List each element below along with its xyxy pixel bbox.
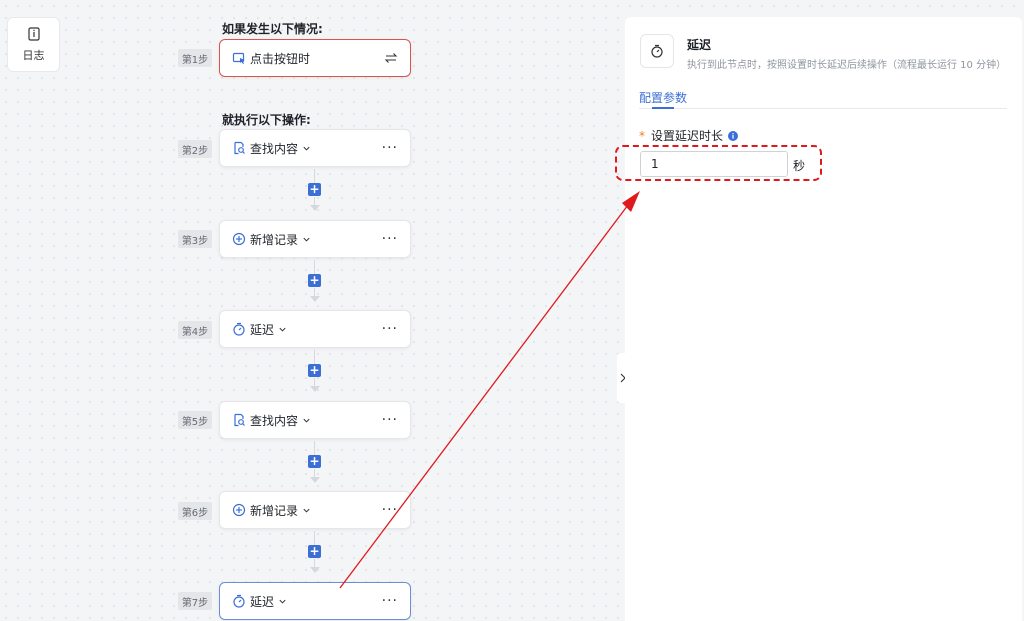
step-node-trigger[interactable]: 点击按钮时 <box>219 39 411 77</box>
cursor-click-icon <box>232 52 245 64</box>
step-node-find-content[interactable]: 查找内容 ··· <box>219 401 411 439</box>
panel-title: 延迟 <box>687 38 712 52</box>
connector-line <box>314 559 315 567</box>
more-button[interactable]: ··· <box>382 503 398 517</box>
timer-icon <box>233 594 245 608</box>
connector-line <box>314 469 315 477</box>
connector-line <box>314 169 315 183</box>
plus-circle-icon <box>232 503 246 517</box>
tab-divider <box>639 108 1007 109</box>
connector-line <box>314 288 315 296</box>
log-icon <box>27 26 40 41</box>
step-node-add-record[interactable]: 新增记录 ··· <box>219 491 411 529</box>
plus-circle-icon <box>232 232 246 246</box>
step-tag: 第5步 <box>178 411 212 429</box>
add-step-button[interactable]: + <box>308 364 321 377</box>
step-tag: 第2步 <box>178 140 212 158</box>
step-tag: 第6步 <box>178 502 212 520</box>
config-panel: 延迟 执行到此节点时，按照设置时长延迟后续操作（流程最长运行 10 分钟） 配置… <box>625 17 1022 621</box>
connector-line <box>314 260 315 274</box>
step-node-delay-selected[interactable]: 延迟 ··· <box>219 582 411 620</box>
delay-field-label: * 设置延迟时长 <box>639 127 739 144</box>
more-button[interactable]: ··· <box>382 594 398 608</box>
required-mark: * <box>639 128 645 143</box>
step-tag: 第3步 <box>178 230 212 248</box>
connector-line <box>314 197 315 205</box>
step-label: 查找内容 <box>250 141 299 156</box>
connector-arrow <box>310 477 320 483</box>
more-button[interactable]: ··· <box>382 413 398 427</box>
connector-line <box>314 350 315 364</box>
step-label: 延迟 <box>250 322 275 337</box>
add-step-button[interactable]: + <box>308 545 321 558</box>
step-tag: 第1步 <box>178 49 212 67</box>
action-title: 就执行以下操作: <box>222 113 311 127</box>
chevron-down-icon[interactable] <box>302 235 311 244</box>
add-step-button[interactable]: + <box>308 183 321 196</box>
delay-field-label-text: 设置延迟时长 <box>651 129 724 143</box>
info-icon[interactable] <box>728 130 739 141</box>
log-button[interactable]: 日志 <box>7 17 60 72</box>
connector-line <box>314 441 315 455</box>
chevron-down-icon[interactable] <box>302 506 311 515</box>
step-node-find-content[interactable]: 查找内容 ··· <box>219 129 411 167</box>
connector-arrow <box>310 205 320 211</box>
connector-line <box>314 531 315 545</box>
more-button[interactable]: ··· <box>382 141 398 155</box>
connector-arrow <box>310 386 320 392</box>
chevron-down-icon[interactable] <box>278 597 287 606</box>
condition-title: 如果发生以下情况: <box>222 22 323 36</box>
panel-description: 执行到此节点时，按照设置时长延迟后续操作（流程最长运行 10 分钟） <box>687 60 1007 71</box>
step-node-add-record[interactable]: 新增记录 ··· <box>219 220 411 258</box>
timer-icon <box>233 322 245 336</box>
search-doc-icon <box>234 413 245 427</box>
step-tag: 第4步 <box>178 321 212 339</box>
timer-icon <box>651 44 663 58</box>
tab-active-indicator <box>652 107 674 109</box>
swap-icon[interactable] <box>384 51 398 65</box>
chevron-down-icon[interactable] <box>302 144 311 153</box>
panel-icon-box <box>640 34 674 68</box>
connector-line <box>314 378 315 386</box>
chevron-down-icon[interactable] <box>278 325 287 334</box>
connector-arrow <box>310 567 320 573</box>
step-label: 查找内容 <box>250 413 299 428</box>
step-tag: 第7步 <box>178 592 212 610</box>
add-step-button[interactable]: + <box>308 274 321 287</box>
search-doc-icon <box>234 141 245 155</box>
more-button[interactable]: ··· <box>382 232 398 246</box>
step-node-delay[interactable]: 延迟 ··· <box>219 310 411 348</box>
annotation-highlight-box <box>615 145 822 181</box>
connector-arrow <box>310 296 320 302</box>
log-label: 日志 <box>22 48 45 62</box>
step-label: 点击按钮时 <box>250 51 311 66</box>
step-label: 新增记录 <box>250 232 299 247</box>
step-label: 延迟 <box>250 594 275 609</box>
step-label: 新增记录 <box>250 503 299 518</box>
tab-config-params[interactable]: 配置参数 <box>639 89 687 106</box>
more-button[interactable]: ··· <box>382 322 398 336</box>
add-step-button[interactable]: + <box>308 455 321 468</box>
chevron-down-icon[interactable] <box>302 416 311 425</box>
